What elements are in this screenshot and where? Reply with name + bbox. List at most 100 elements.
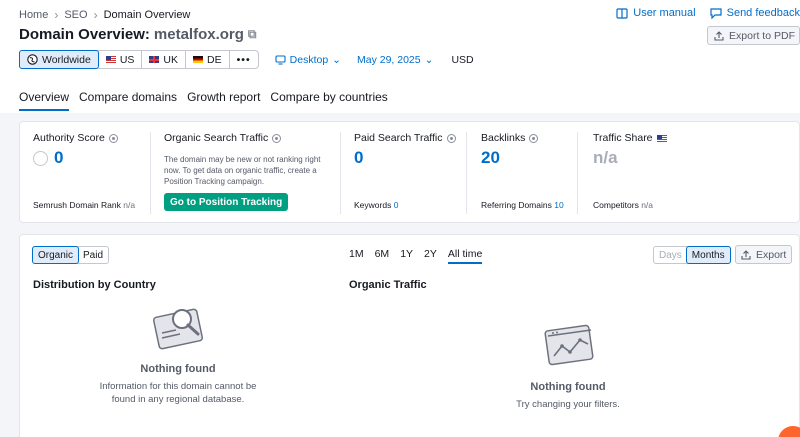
- traffic-share-metric: Traffic Share n/a Competitors n/a: [593, 122, 713, 222]
- date-dropdown[interactable]: May 29, 2025 ⌄: [357, 54, 433, 66]
- date-range-selector: 1M 6M 1Y 2Y All time: [349, 248, 483, 264]
- database-selector: Worldwide US UK DE •••: [19, 50, 259, 69]
- metrics-card: Authority Score 0 Semrush Domain Rank n/…: [19, 121, 800, 223]
- traffic-share-value: n/a: [593, 148, 618, 167]
- organic-traffic-title: Organic Traffic: [349, 279, 427, 291]
- us-flag-icon: [105, 56, 116, 63]
- export-pdf-label: Export to PDF: [729, 29, 795, 42]
- range-2y[interactable]: 2Y: [424, 248, 437, 264]
- organic-traffic-header: Organic Search Traffic: [164, 132, 282, 144]
- device-dropdown[interactable]: Desktop ⌄: [275, 54, 341, 66]
- export-button[interactable]: Export: [735, 245, 793, 264]
- export-label: Export: [756, 248, 787, 261]
- distribution-empty-title: Nothing found: [140, 363, 216, 375]
- competitors-label: Competitors: [593, 200, 639, 210]
- breadcrumb-seo[interactable]: SEO: [64, 9, 87, 21]
- paid-traffic-metric: Paid Search Traffic 0 Keywords 0: [354, 122, 464, 222]
- toggle-organic[interactable]: Organic: [32, 246, 80, 264]
- user-manual-label: User manual: [633, 7, 696, 19]
- organic-paid-toggle: Organic Paid: [32, 246, 110, 264]
- send-feedback-link[interactable]: Send feedback: [710, 7, 800, 19]
- authority-score-footer: Semrush Domain Rank n/a: [33, 200, 135, 210]
- toggle-days[interactable]: Days: [654, 247, 687, 263]
- traffic-empty-message: Try changing your filters.: [516, 399, 620, 410]
- divider: [340, 132, 341, 214]
- db-worldwide-label: Worldwide: [42, 53, 91, 66]
- db-uk[interactable]: UK: [142, 51, 187, 68]
- range-1m[interactable]: 1M: [349, 248, 364, 264]
- range-1y[interactable]: 1Y: [400, 248, 413, 264]
- tab-compare-by-countries[interactable]: Compare by countries: [270, 90, 387, 111]
- backlinks-label: Backlinks: [481, 132, 526, 144]
- db-worldwide[interactable]: Worldwide: [19, 50, 99, 69]
- authority-score-metric: Authority Score 0 Semrush Domain Rank n/…: [33, 122, 148, 222]
- db-us-label: US: [119, 53, 135, 66]
- distribution-empty-message: Information for this domain cannot be fo…: [73, 380, 283, 406]
- backlinks-header: Backlinks: [481, 132, 539, 144]
- authority-score-label: Authority Score: [33, 132, 105, 144]
- page-title-domain: metalfox.org: [153, 26, 244, 43]
- export-pdf-button[interactable]: Export to PDF: [707, 26, 800, 45]
- distribution-empty-line2: found in any regional database.: [111, 394, 245, 405]
- top-header: Home › SEO › Domain Overview User manual…: [0, 0, 800, 113]
- toggle-paid[interactable]: Paid: [78, 247, 108, 263]
- device-label: Desktop: [289, 53, 329, 66]
- divider: [577, 132, 578, 214]
- traffic-share-header: Traffic Share: [593, 132, 667, 144]
- authority-score-value[interactable]: 0: [54, 148, 63, 167]
- user-manual-link[interactable]: User manual: [616, 7, 696, 19]
- organic-traffic-description: The domain may be new or not ranking rig…: [164, 155, 321, 186]
- keywords-value[interactable]: 0: [394, 200, 399, 210]
- traffic-card: Organic Paid 1M 6M 1Y 2Y All time Days M…: [19, 234, 800, 437]
- db-more-button[interactable]: •••: [230, 51, 258, 68]
- chevron-down-icon: ⌄: [424, 53, 434, 66]
- uk-flag-icon: [149, 56, 160, 63]
- tab-growth-report[interactable]: Growth report: [187, 90, 260, 111]
- globe-icon: [27, 54, 38, 65]
- backlinks-value[interactable]: 20: [481, 148, 500, 168]
- currency-label: USD: [451, 53, 474, 66]
- referring-domains-value[interactable]: 10: [554, 200, 563, 210]
- external-link-icon[interactable]: ⧉: [248, 27, 257, 42]
- db-uk-label: UK: [163, 53, 179, 66]
- export-icon: [741, 249, 751, 260]
- header-actions: User manual Send feedback: [616, 7, 800, 19]
- go-to-position-tracking-button[interactable]: Go to Position Tracking: [164, 193, 289, 211]
- us-flag-icon: [656, 134, 667, 142]
- paid-traffic-label: Paid Search Traffic: [354, 132, 443, 144]
- page-title: Domain Overview: metalfox.org ⧉: [19, 26, 256, 43]
- chevron-right-icon: ›: [93, 8, 98, 22]
- paid-traffic-value[interactable]: 0: [354, 148, 363, 168]
- score-ring-icon: [33, 151, 48, 167]
- export-icon: [714, 30, 724, 41]
- date-label: May 29, 2025: [356, 53, 421, 66]
- db-us[interactable]: US: [99, 51, 143, 68]
- no-data-magnifier-icon: [152, 308, 204, 350]
- db-de[interactable]: DE: [186, 51, 230, 68]
- database-selector-row: Worldwide US UK DE ••• Desktop ⌄ May 29,…: [19, 50, 474, 69]
- feedback-icon: [710, 7, 722, 19]
- tab-compare-domains[interactable]: Compare domains: [79, 90, 177, 111]
- info-icon[interactable]: [446, 133, 456, 143]
- distribution-title: Distribution by Country: [33, 279, 156, 291]
- toggle-months[interactable]: Months: [685, 246, 731, 264]
- info-icon[interactable]: [272, 133, 282, 143]
- info-icon[interactable]: [529, 133, 539, 143]
- domain-rank-label: Semrush Domain Rank: [33, 200, 121, 210]
- organic-traffic-metric: Organic Search Traffic The domain may be…: [164, 122, 339, 222]
- competitors-value: n/a: [641, 200, 654, 210]
- referring-domains-label: Referring Domains: [481, 200, 552, 210]
- tab-overview[interactable]: Overview: [19, 90, 70, 111]
- de-flag-icon: [193, 56, 204, 63]
- range-all-time[interactable]: All time: [447, 248, 483, 264]
- no-data-chart-icon: [544, 324, 594, 366]
- breadcrumb-home[interactable]: Home: [19, 9, 48, 21]
- info-icon[interactable]: [108, 133, 118, 143]
- breadcrumb: Home › SEO › Domain Overview: [19, 8, 190, 22]
- domain-rank-value: n/a: [123, 200, 136, 210]
- traffic-share-footer: Competitors n/a: [593, 200, 653, 210]
- send-feedback-label: Send feedback: [726, 7, 800, 19]
- range-6m[interactable]: 6M: [375, 248, 390, 264]
- book-icon: [616, 7, 628, 19]
- traffic-empty-title: Nothing found: [530, 381, 606, 393]
